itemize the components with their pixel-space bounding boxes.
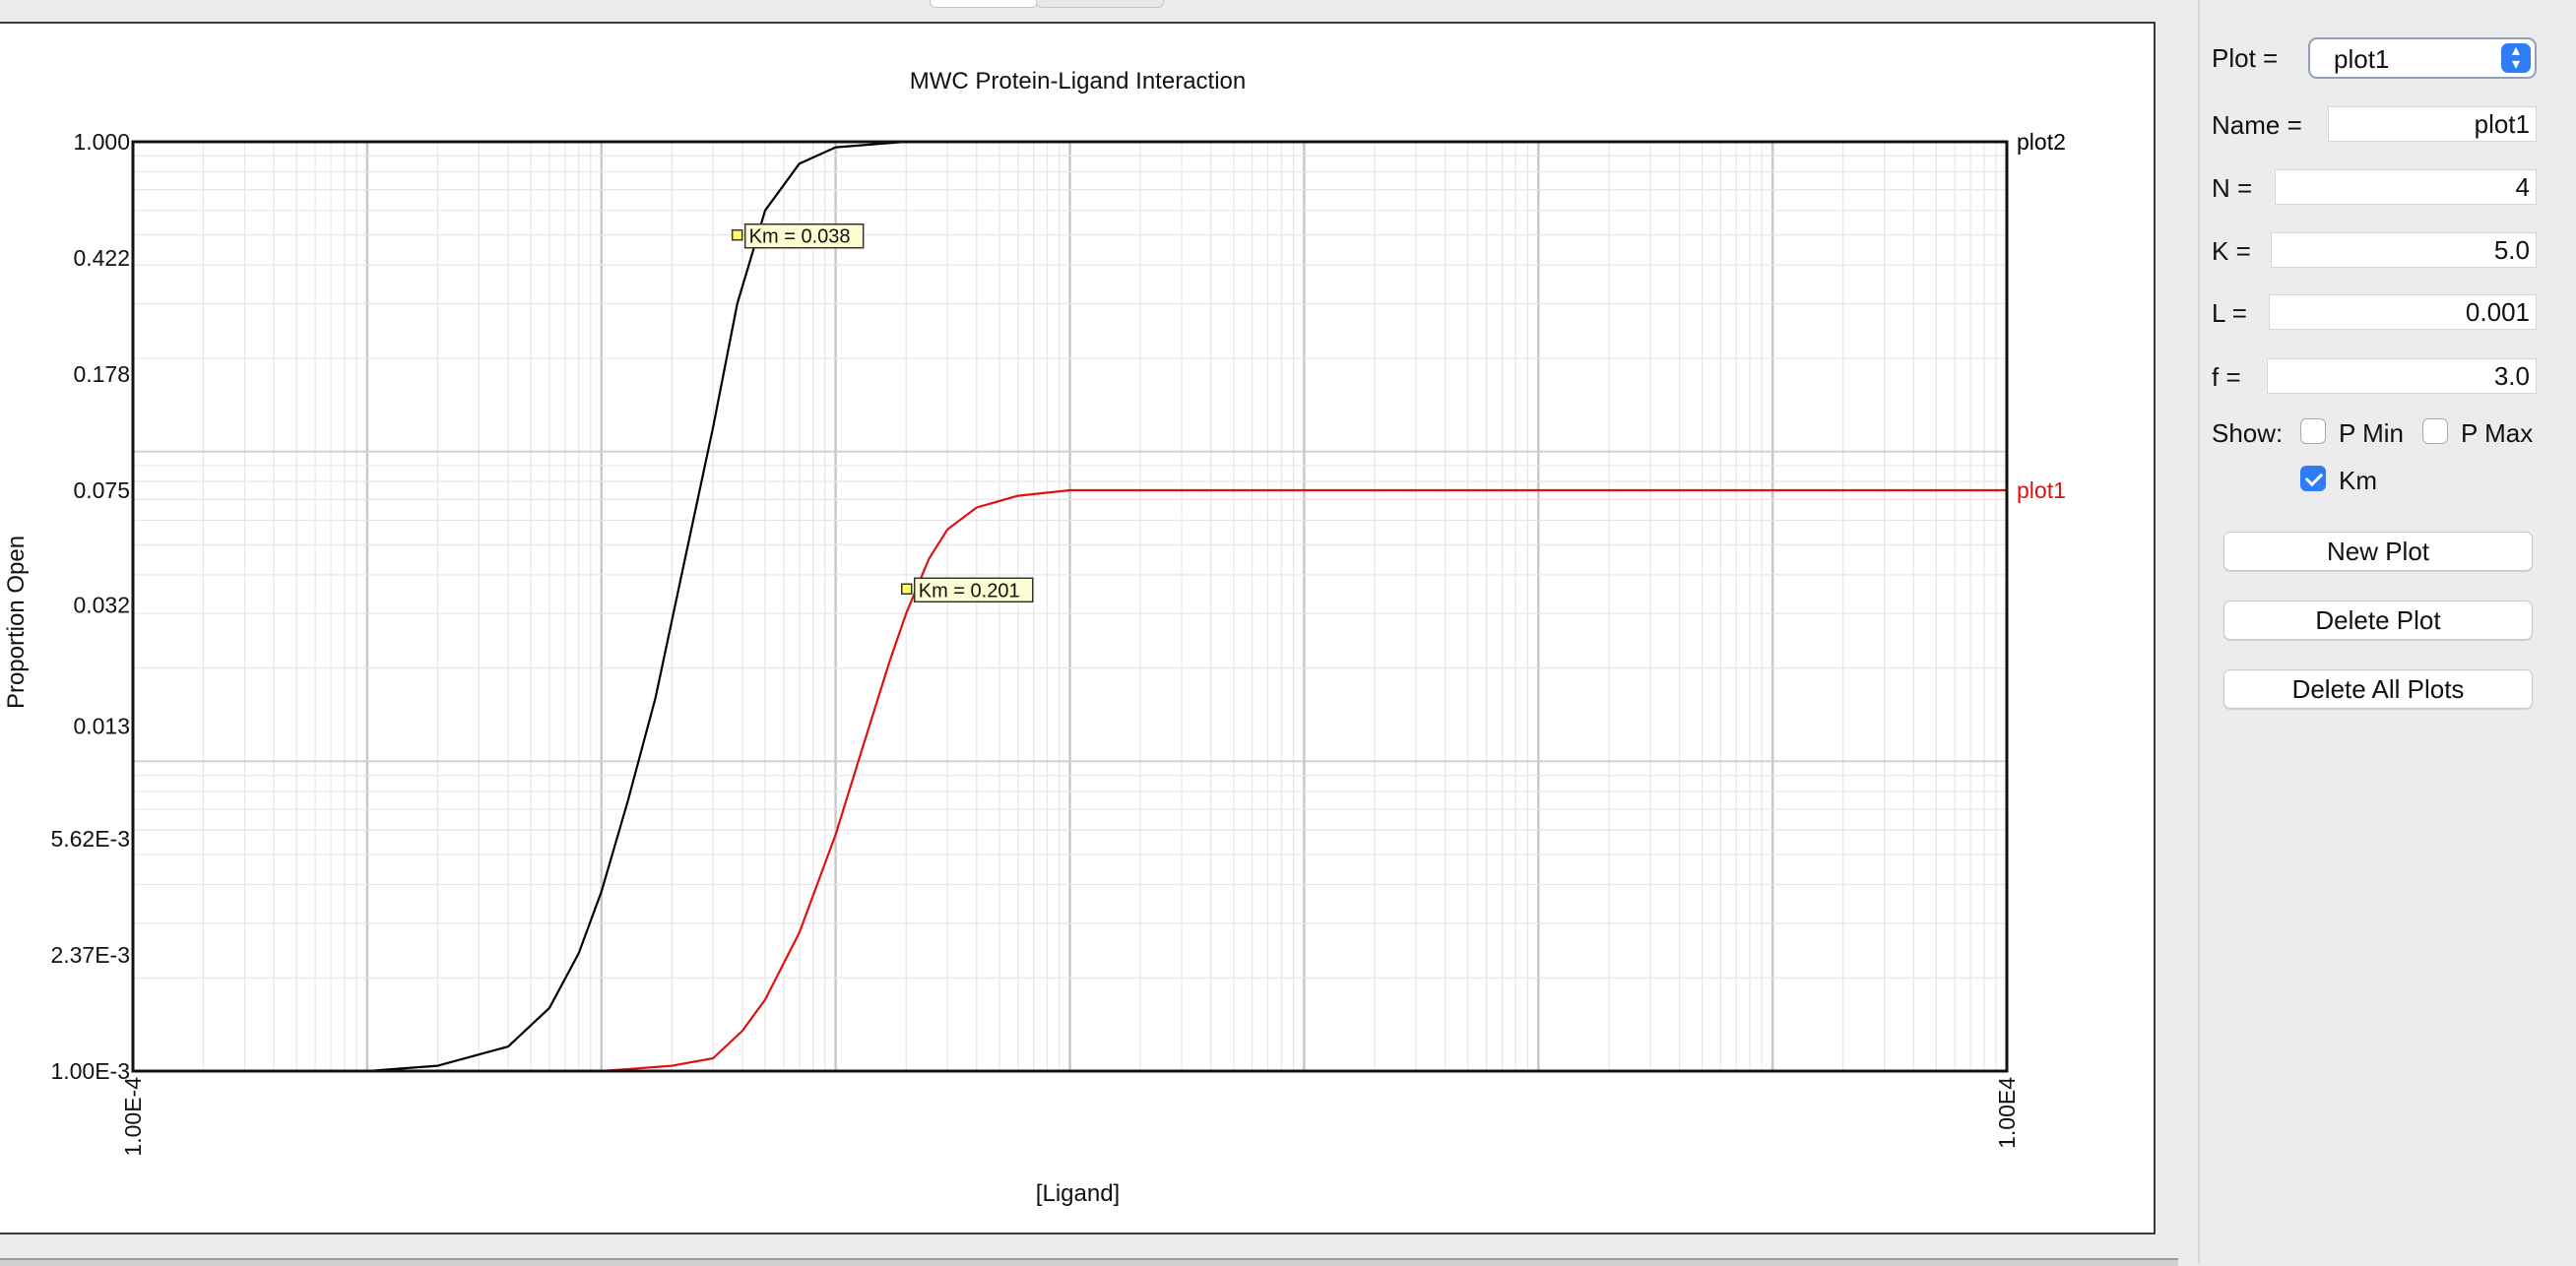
km-label: Km = 0.038 [749, 226, 851, 248]
x-tick-label: 1.00E-4 [120, 1077, 146, 1157]
tab-strip [926, 0, 1221, 8]
y-tick-label: 2.37E-3 [50, 942, 130, 968]
series-label-plot1: plot1 [2017, 477, 2066, 503]
status-bar [0, 1258, 2178, 1266]
tab-left[interactable] [930, 0, 1038, 8]
delete-all-plots-button[interactable]: Delete All Plots [2223, 669, 2533, 709]
y-tick-label: 1.000 [73, 129, 130, 155]
plot-select[interactable]: plot1 ▴ ▾ [2308, 37, 2537, 79]
n-label: N = [2212, 173, 2253, 203]
name-label: Name = [2212, 110, 2302, 140]
y-tick-label: 0.075 [73, 477, 130, 503]
chart: MWC Protein-Ligand Interaction Proportio… [3, 68, 2066, 1207]
pmax-label: P Max [2461, 418, 2534, 448]
k-field[interactable] [2271, 232, 2537, 268]
km-label: Km = 0.201 [919, 580, 1020, 601]
y-tick-label: 0.013 [73, 713, 130, 738]
x-axis-label: [Ligand] [1036, 1180, 1120, 1207]
k-label: K = [2212, 236, 2251, 266]
f-field[interactable] [2267, 358, 2537, 394]
n-field[interactable] [2275, 169, 2537, 205]
km-label: Km [2339, 466, 2377, 495]
pmax-checkbox[interactable] [2422, 418, 2448, 444]
plot-select-value: plot1 [2334, 44, 2390, 74]
y-tick-label: 0.422 [73, 245, 130, 271]
plot-panel: MWC Protein-Ligand Interaction Proportio… [0, 22, 2156, 1234]
y-tick-label: 0.178 [73, 361, 130, 387]
f-label: f = [2212, 362, 2241, 392]
tab-right[interactable] [1036, 0, 1164, 8]
l-field[interactable] [2269, 294, 2537, 330]
y-tick-labels: 1.000 0.422 0.178 0.075 0.032 0.013 5.62E-3 2.3… [50, 129, 130, 1084]
select-arrows-icon: ▴ ▾ [2501, 43, 2531, 73]
l-label: L = [2212, 298, 2247, 328]
km-marker [731, 228, 743, 241]
y-tick-label: 1.00E-3 [50, 1058, 130, 1084]
show-label: Show: [2212, 418, 2284, 448]
delete-plot-button[interactable]: Delete Plot [2223, 601, 2533, 640]
name-field[interactable] [2328, 106, 2537, 142]
x-tick-label: 1.00E4 [1994, 1077, 2020, 1149]
series-labels: plot2 plot1 [2017, 129, 2066, 503]
y-tick-label: 5.62E-3 [50, 826, 130, 852]
chart-title: MWC Protein-Ligand Interaction [910, 68, 1246, 95]
x-tick-labels: 1.00E-4 1.00E4 [120, 1077, 2020, 1157]
series-label-plot2: plot2 [2017, 129, 2066, 155]
pmin-checkbox[interactable] [2300, 418, 2326, 444]
pmin-label: P Min [2339, 418, 2404, 448]
plot-label: Plot = [2212, 43, 2279, 73]
grid [131, 142, 2007, 1072]
km-checkbox[interactable] [2300, 466, 2326, 491]
new-plot-button[interactable]: New Plot [2223, 532, 2533, 571]
y-tick-label: 0.032 [73, 592, 130, 617]
km-marker [900, 583, 913, 596]
y-axis-label: Proportion Open [3, 536, 30, 709]
